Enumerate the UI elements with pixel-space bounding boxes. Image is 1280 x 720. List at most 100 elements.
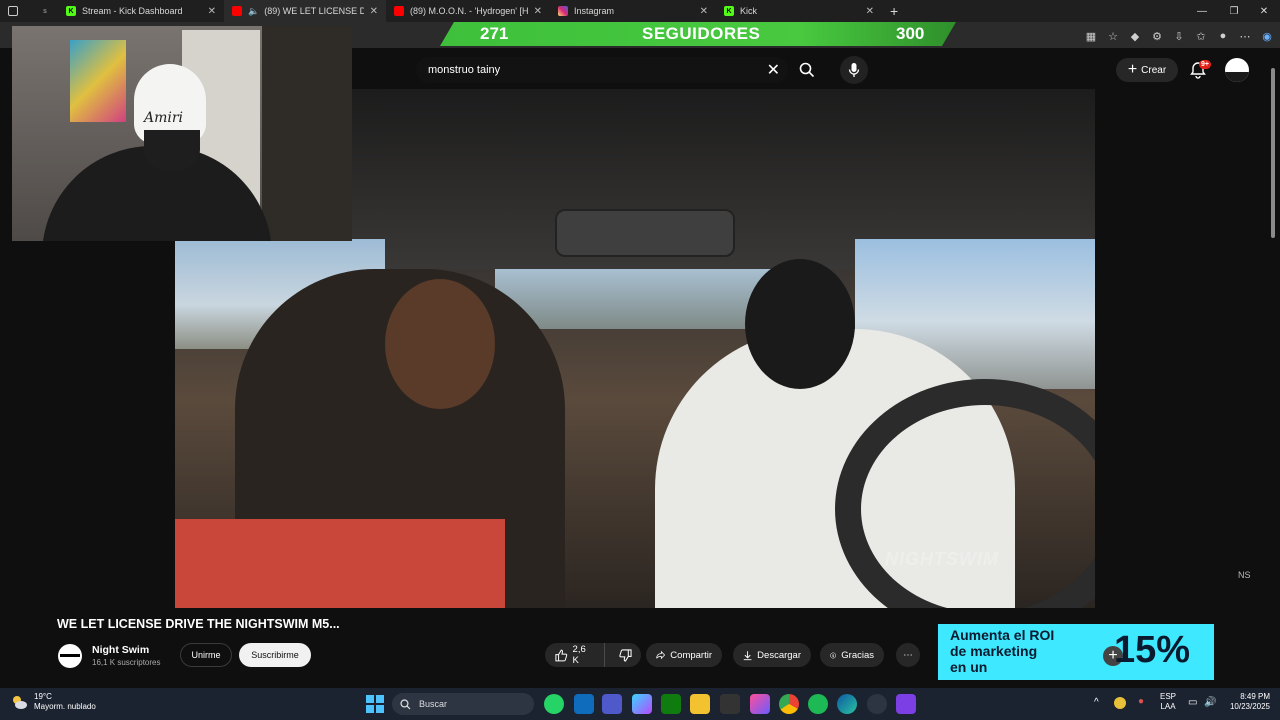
ad-line: en un xyxy=(950,659,988,675)
twitch-studio-icon[interactable] xyxy=(896,694,916,714)
favorite-star-icon[interactable]: ☆ xyxy=(1106,29,1120,43)
kick-logo-icon: K xyxy=(66,6,76,16)
weather-desc: Mayorm. nublado xyxy=(34,702,96,711)
more-actions-button[interactable]: ⋯ xyxy=(896,643,920,667)
notification-badge: 9+ xyxy=(1199,60,1211,69)
subscribe-button[interactable]: Suscribirme xyxy=(239,643,311,667)
download-icon xyxy=(743,650,752,660)
scrollbar-thumb[interactable] xyxy=(1271,68,1275,238)
close-tab-icon[interactable]: ✕ xyxy=(700,6,708,17)
store-icon[interactable] xyxy=(720,694,740,714)
whatsapp-icon[interactable] xyxy=(544,694,564,714)
apps-icon[interactable]: ▦ xyxy=(1084,29,1098,43)
clock[interactable]: 8:49 PM 10/23/2025 xyxy=(1226,692,1270,712)
tab-youtube-active[interactable]: 🔈 (89) WE LET LICENSE DRIVE T ✕ xyxy=(224,0,386,22)
close-tab-icon[interactable]: ✕ xyxy=(866,6,874,17)
obs-icon[interactable] xyxy=(867,694,887,714)
plus-icon: + xyxy=(890,3,899,19)
microphone-icon xyxy=(848,63,860,77)
profile-icon[interactable]: ● xyxy=(1216,29,1230,43)
tab-kick[interactable]: K Kick ✕ xyxy=(716,0,882,22)
cap-logo-text: Amiri xyxy=(144,110,184,126)
close-tab-icon[interactable]: ✕ xyxy=(370,6,378,17)
share-icon xyxy=(656,650,666,660)
spotify-icon[interactable] xyxy=(808,694,828,714)
tab-actions-icon xyxy=(8,6,18,16)
follower-goal-label: SEGUIDORES xyxy=(642,24,761,43)
clear-search-icon[interactable]: ✕ xyxy=(767,60,780,80)
edge-icon[interactable] xyxy=(837,694,857,714)
copilot-app-icon[interactable] xyxy=(632,694,652,714)
create-label: Crear xyxy=(1141,64,1167,76)
extension-diamond-icon[interactable]: ◆ xyxy=(1128,29,1142,43)
channel-watermark[interactable]: NS xyxy=(1238,570,1251,580)
video-frame-mirror xyxy=(555,209,735,257)
kick-logo-icon: K xyxy=(724,6,734,16)
tab-instagram[interactable]: Instagram ✕ xyxy=(550,0,716,22)
voice-search-button[interactable] xyxy=(840,56,868,84)
tab-label: (89) WE LET LICENSE DRIVE T xyxy=(264,6,364,16)
restore-button[interactable]: ❐ xyxy=(1218,0,1250,22)
weather-widget[interactable]: 19°C Mayorm. nublado xyxy=(10,692,96,712)
teams-icon[interactable] xyxy=(602,694,622,714)
input-language[interactable]: ESP LAA xyxy=(1160,692,1176,712)
plus-icon: + xyxy=(1127,61,1138,78)
app-icon[interactable] xyxy=(750,694,770,714)
tab-youtube-hydrogen[interactable]: (89) M.O.O.N. - 'Hydrogen' [Hotli ✕ xyxy=(386,0,550,22)
ad-headline: Aumenta el ROI de marketing en un xyxy=(950,627,1054,675)
dislike-button[interactable] xyxy=(610,643,641,667)
follower-goal-target: 300 xyxy=(896,24,925,43)
outlook-icon[interactable] xyxy=(574,694,594,714)
like-dislike-group: 2,6 K xyxy=(545,643,641,667)
new-tab-button[interactable]: + xyxy=(882,0,908,22)
pinned-tab-icon: s xyxy=(43,7,47,15)
super-thanks-icon: $ xyxy=(830,652,837,658)
download-button[interactable]: Descargar xyxy=(733,643,811,667)
more-icon[interactable]: ⋯ xyxy=(1238,29,1252,43)
minimize-button[interactable]: — xyxy=(1186,0,1218,22)
join-button[interactable]: Unirme xyxy=(180,643,232,667)
extensions-icon[interactable]: ⚙ xyxy=(1150,29,1164,43)
ad-line: de marketing xyxy=(950,643,1038,659)
close-tab-icon[interactable]: ✕ xyxy=(534,6,542,17)
favorites-icon[interactable]: ✩ xyxy=(1194,29,1208,43)
close-tab-icon[interactable]: ✕ xyxy=(208,6,216,17)
windows-logo-icon xyxy=(366,695,384,713)
thumbs-up-icon xyxy=(555,649,568,661)
thanks-button[interactable]: $ Gracias xyxy=(820,643,884,667)
channel-avatar[interactable] xyxy=(58,644,82,668)
taskbar-search[interactable]: Buscar xyxy=(392,693,534,715)
file-explorer-icon[interactable] xyxy=(690,694,710,714)
search-button[interactable] xyxy=(792,57,822,83)
restore-icon: ❐ xyxy=(1229,5,1239,17)
xbox-icon[interactable] xyxy=(661,694,681,714)
create-button[interactable]: + Crear xyxy=(1116,58,1178,82)
svg-text:$: $ xyxy=(832,653,834,657)
chrome-icon[interactable] xyxy=(779,694,799,714)
video-title: WE LET LICENSE DRIVE THE NIGHTSWIM M5... xyxy=(57,617,340,631)
search-icon xyxy=(799,62,815,78)
browser-toolbar-icons: ▦ ☆ ◆ ⚙ ⇩ ✩ ● ⋯ ◉ xyxy=(1084,27,1274,45)
mic-muted-icon[interactable]: ● xyxy=(1138,697,1144,707)
tray-app-icon[interactable] xyxy=(1114,697,1126,709)
speaker-icon[interactable]: 🔈 xyxy=(248,6,259,17)
downloads-icon[interactable]: ⇩ xyxy=(1172,29,1186,43)
search-input[interactable]: monstruo tainy ✕ xyxy=(416,57,788,83)
like-button[interactable]: 2,6 K xyxy=(545,643,605,667)
account-avatar[interactable] xyxy=(1225,58,1249,82)
like-count: 2,6 K xyxy=(572,644,586,666)
close-window-button[interactable]: ✕ xyxy=(1248,0,1280,22)
video-frame-detail xyxy=(175,519,505,608)
tab-actions-button[interactable] xyxy=(0,0,32,22)
volume-icon[interactable]: 🔊 xyxy=(1204,698,1216,708)
copilot-icon[interactable]: ◉ xyxy=(1260,29,1274,43)
tab-pinned[interactable]: s xyxy=(32,0,58,22)
network-icon[interactable]: ▭ xyxy=(1188,698,1197,708)
channel-name[interactable]: Night Swim xyxy=(92,644,149,656)
start-button[interactable] xyxy=(366,695,384,713)
share-button[interactable]: Compartir xyxy=(646,643,722,667)
tray-expand-icon[interactable]: ^ xyxy=(1094,698,1099,708)
ad-banner[interactable]: Aumenta el ROI de marketing en un + 15% xyxy=(938,624,1214,680)
more-horizontal-icon: ⋯ xyxy=(903,649,913,661)
tab-kick-dashboard[interactable]: K Stream - Kick Dashboard ✕ xyxy=(58,0,224,22)
